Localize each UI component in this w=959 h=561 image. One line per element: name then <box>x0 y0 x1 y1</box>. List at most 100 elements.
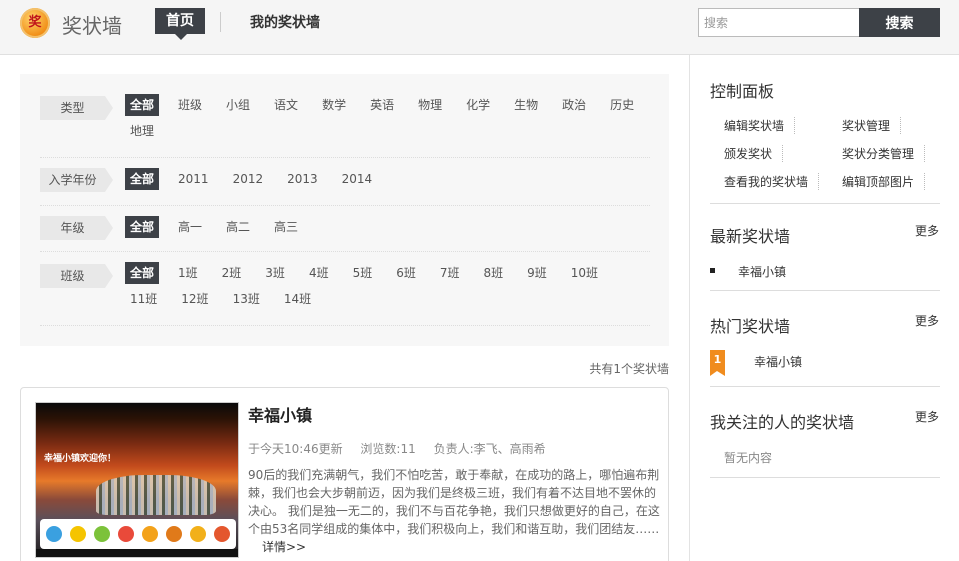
award-badge-icon <box>214 526 230 542</box>
filter-option[interactable]: 地理 <box>125 120 159 142</box>
award-badge-icon <box>94 526 110 542</box>
filter-option[interactable]: 全部 <box>125 168 160 190</box>
filter-option[interactable]: 小组 <box>221 94 255 116</box>
filter-option[interactable]: 全部 <box>125 262 160 284</box>
top-header: 奖 奖状墙 首页 我的奖状墙 搜索 <box>0 0 959 55</box>
filter-option[interactable]: 14班 <box>279 288 316 310</box>
filter-option[interactable]: 高三 <box>269 216 303 238</box>
filter-row-class: 班级 全部 1班 2班 3班 4班 5班 6班 7班 8班 9班 10班 11班 12班 13班 14班 <box>40 262 650 326</box>
filter-option[interactable]: 政治 <box>557 94 591 116</box>
view-count: 浏览数:11 <box>360 442 416 456</box>
filter-options: 全部 高一 高二 高三 <box>125 216 655 242</box>
sidebar-separator <box>710 386 940 387</box>
nav-active-caret <box>175 34 187 40</box>
following-walls-title: 我关注的人的奖状墙 <box>710 413 855 432</box>
award-badge-icon <box>190 526 206 542</box>
filter-option[interactable]: 生物 <box>509 94 543 116</box>
filter-option[interactable]: 语文 <box>269 94 303 116</box>
filter-option[interactable]: 全部 <box>125 216 160 238</box>
brand-title[interactable]: 奖状墙 <box>62 10 122 39</box>
filter-label: 类型 <box>40 96 113 120</box>
filter-option[interactable]: 12班 <box>176 288 213 310</box>
cp-category-management[interactable]: 奖状分类管理 <box>842 145 926 162</box>
wall-meta: 于今天10:46更新 浏览数:11 负责人:李飞、高雨希 <box>248 440 560 457</box>
logo-icon[interactable]: 奖 <box>20 8 50 38</box>
filter-row-year: 入学年份 全部 2011 2012 2013 2014 <box>40 168 650 206</box>
nav-divider <box>220 12 221 32</box>
award-badge-icon <box>166 526 182 542</box>
award-icons-strip <box>40 519 236 549</box>
wall-thumbnail[interactable]: 幸福小镇欢迎你！ <box>35 402 239 558</box>
filter-option[interactable]: 高二 <box>221 216 255 238</box>
filter-option[interactable]: 3班 <box>260 262 290 284</box>
filter-option[interactable]: 10班 <box>566 262 603 284</box>
filter-option[interactable]: 英语 <box>365 94 399 116</box>
thumbnail-caption: 幸福小镇欢迎你！ <box>44 454 117 464</box>
filter-option[interactable]: 5班 <box>348 262 378 284</box>
filter-options: 全部 2011 2012 2013 2014 <box>125 168 655 194</box>
filter-option[interactable]: 历史 <box>605 94 639 116</box>
filter-options: 全部 班级 小组 语文 数学 英语 物理 化学 生物 政治 历史地理 <box>125 94 655 146</box>
hot-walls-title: 热门奖状墙 <box>710 317 791 336</box>
filter-option[interactable]: 2012 <box>228 168 269 190</box>
award-badge-icon <box>70 526 86 542</box>
cp-issue-award[interactable]: 颁发奖状 <box>724 145 784 162</box>
filter-option[interactable]: 全部 <box>125 94 160 116</box>
cp-edit-wall[interactable]: 编辑奖状墙 <box>724 117 796 134</box>
latest-walls-title: 最新奖状墙 <box>710 227 791 246</box>
filter-row-type: 类型 全部 班级 小组 语文 数学 英语 物理 化学 生物 政治 历史地理 <box>40 94 650 158</box>
filter-option[interactable]: 11班 <box>125 288 162 310</box>
owners: 负责人:李飞、高雨希 <box>433 442 546 456</box>
filter-option[interactable]: 高一 <box>173 216 207 238</box>
filter-option[interactable]: 6班 <box>391 262 421 284</box>
filter-option[interactable]: 2班 <box>217 262 247 284</box>
filter-option[interactable]: 9班 <box>522 262 552 284</box>
details-link[interactable]: 详情>> <box>262 540 306 554</box>
hot-more-link[interactable]: 更多 <box>915 312 939 329</box>
sidebar-separator <box>710 477 940 478</box>
cp-award-management[interactable]: 奖状管理 <box>842 117 902 134</box>
nav-home-tab[interactable]: 首页 <box>155 8 205 34</box>
empty-state: 暂无内容 <box>724 451 773 465</box>
filter-option[interactable]: 2011 <box>173 168 214 190</box>
description-text: 90后的我们充满朝气，我们不怕吃苦，敢于奉献，在成功的路上，哪怕遍布荆棘，我们也… <box>248 468 660 536</box>
hot-wall-item[interactable]: 幸福小镇 <box>754 353 802 370</box>
filter-option[interactable]: 8班 <box>479 262 509 284</box>
filter-label: 年级 <box>40 216 113 240</box>
filter-options: 全部 1班 2班 3班 4班 5班 6班 7班 8班 9班 10班 11班 12班 13班 14班 <box>125 262 655 314</box>
filter-option[interactable]: 2014 <box>337 168 378 190</box>
group-photo-figure <box>96 475 216 515</box>
wall-title[interactable]: 幸福小镇 <box>248 402 312 426</box>
cp-view-my-wall[interactable]: 查看我的奖状墙 <box>724 173 820 190</box>
filter-option[interactable]: 1班 <box>173 262 203 284</box>
award-badge-icon <box>118 526 134 542</box>
cp-edit-top-image[interactable]: 编辑顶部图片 <box>842 173 926 190</box>
wall-card: 幸福小镇欢迎你！ 幸福小镇 于今天10:46更新 浏览数:11 负责人:李飞、高… <box>20 387 669 561</box>
logo-glyph: 奖 <box>28 15 42 30</box>
latest-more-link[interactable]: 更多 <box>915 222 939 239</box>
filter-option[interactable]: 4班 <box>304 262 334 284</box>
filter-option[interactable]: 物理 <box>413 94 447 116</box>
filter-panel: 类型 全部 班级 小组 语文 数学 英语 物理 化学 生物 政治 历史 地理 入学年份 全部 2011 2… <box>20 74 669 346</box>
award-badge-icon <box>142 526 158 542</box>
filter-option[interactable]: 化学 <box>461 94 495 116</box>
list-bullet <box>710 268 715 273</box>
sidebar-divider <box>689 55 690 561</box>
filter-label: 班级 <box>40 264 113 288</box>
latest-wall-item[interactable]: 幸福小镇 <box>738 263 786 280</box>
filter-option[interactable]: 13班 <box>228 288 265 310</box>
filter-row-grade: 年级 全部 高一 高二 高三 <box>40 216 650 252</box>
result-count: 共有1个奖状墙 <box>589 362 669 376</box>
search-button[interactable]: 搜索 <box>859 8 940 37</box>
wall-description: 90后的我们充满朝气，我们不怕吃苦，敢于奉献，在成功的路上，哪怕遍布荆棘，我们也… <box>248 466 660 556</box>
filter-label: 入学年份 <box>40 168 113 192</box>
control-panel-title: 控制面板 <box>710 82 775 101</box>
filter-option[interactable]: 2013 <box>282 168 323 190</box>
filter-option[interactable]: 班级 <box>173 94 207 116</box>
filter-option[interactable]: 数学 <box>317 94 351 116</box>
nav-my-wall-tab[interactable]: 我的奖状墙 <box>250 12 320 32</box>
filter-option[interactable]: 7班 <box>435 262 465 284</box>
following-more-link[interactable]: 更多 <box>915 408 939 425</box>
search-input[interactable] <box>698 8 860 37</box>
thumbnail-bottom-bar <box>36 549 238 557</box>
